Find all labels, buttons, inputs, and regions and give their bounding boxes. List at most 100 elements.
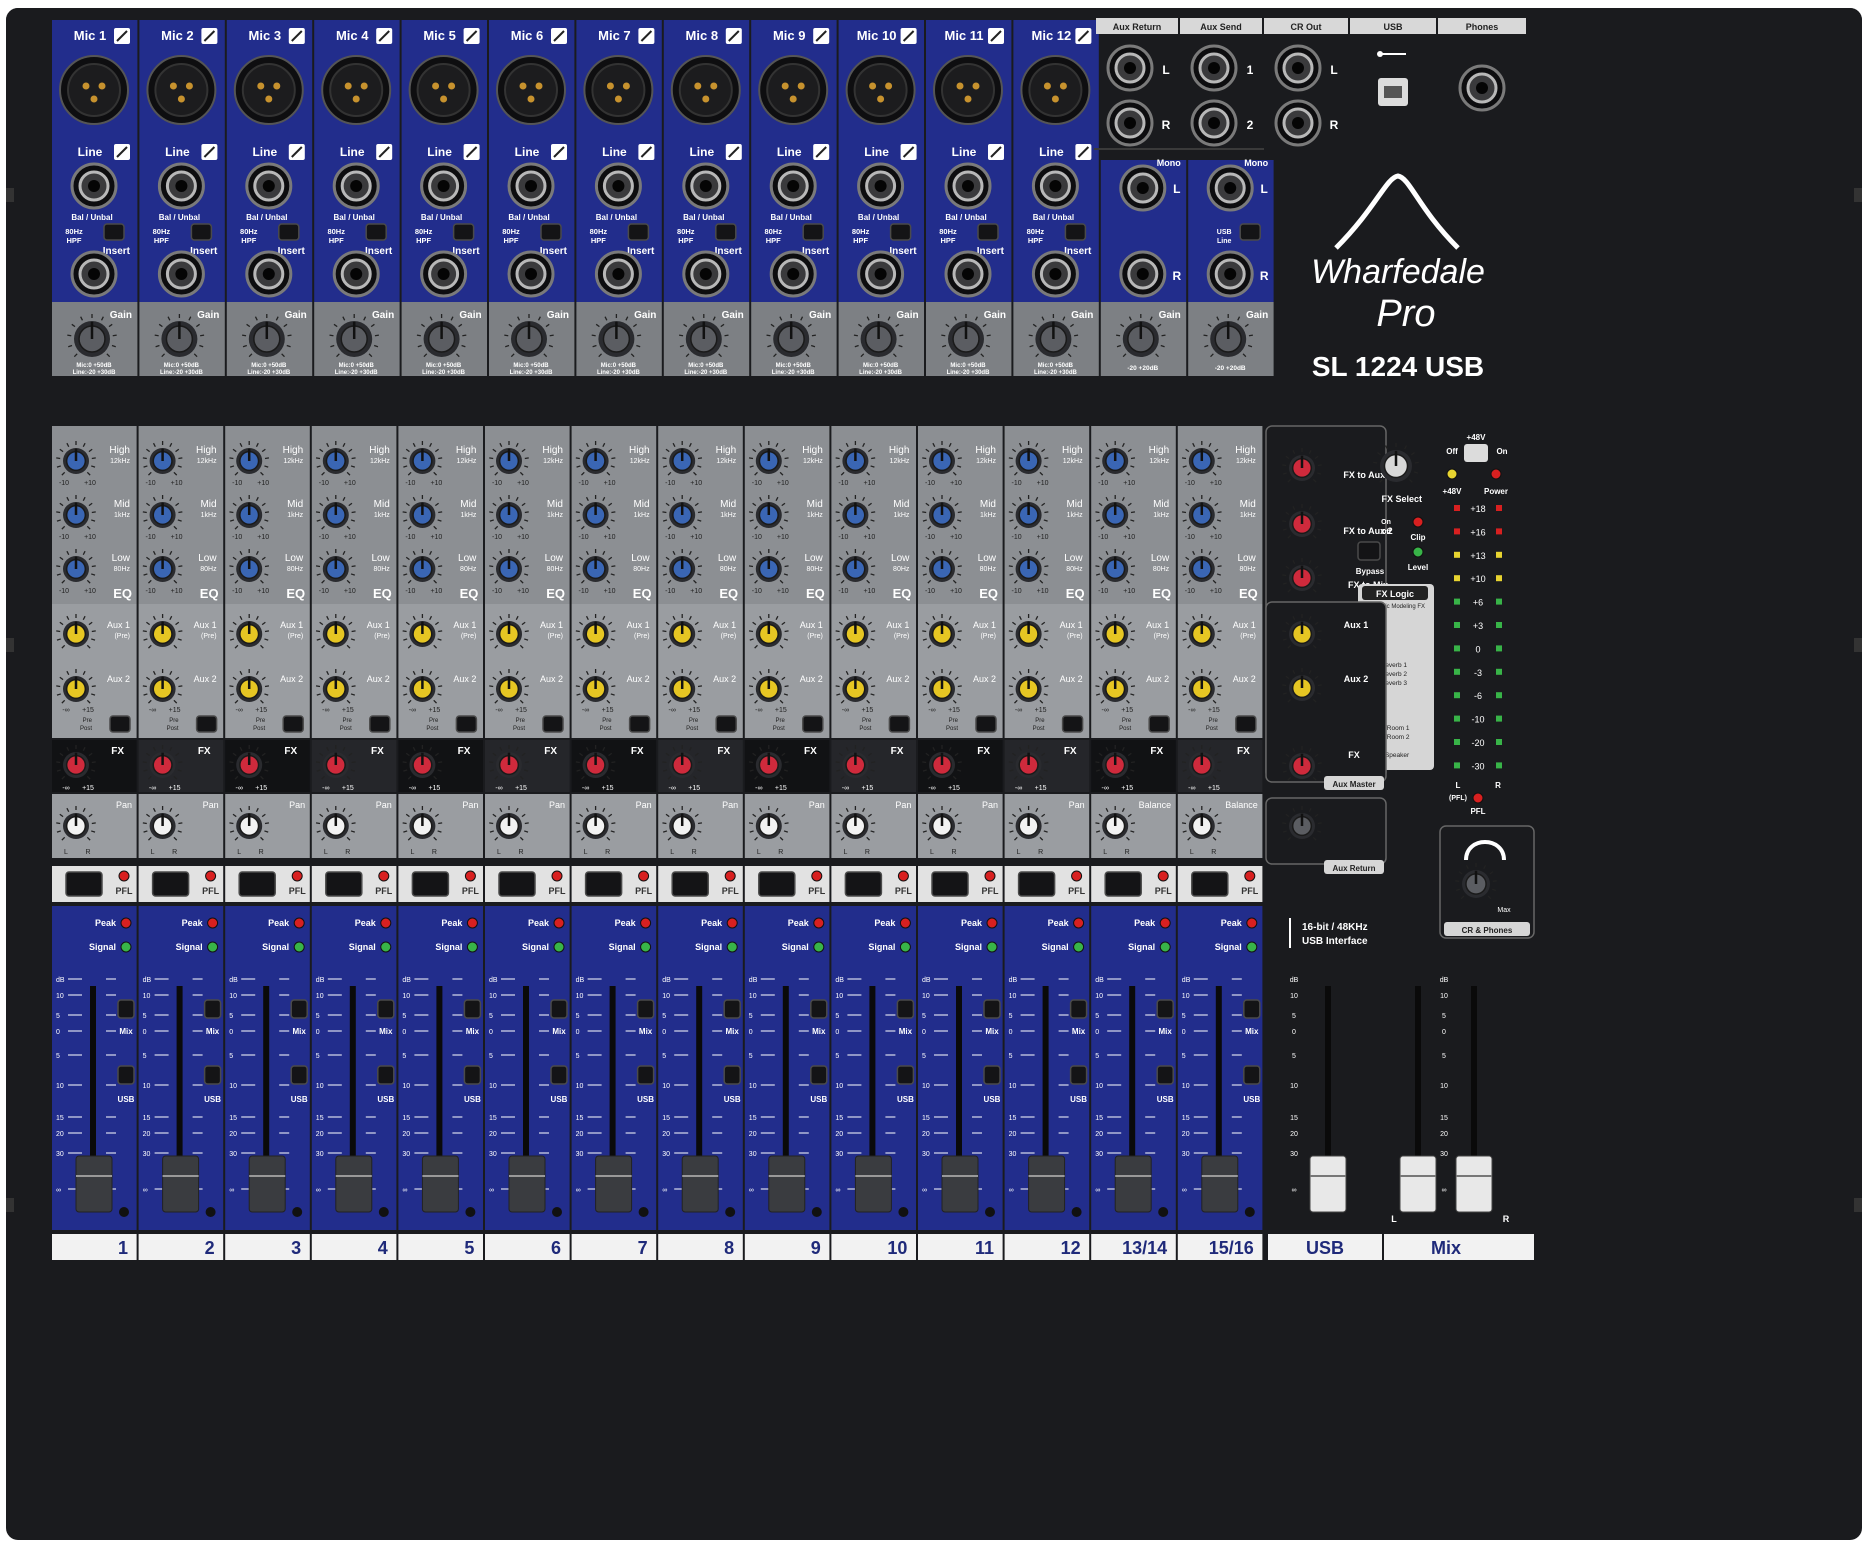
xlr-input-jack[interactable] [670, 55, 741, 125]
hpf-switch[interactable] [103, 223, 125, 241]
xlr-input-jack[interactable] [758, 55, 829, 125]
stereo-right-jack[interactable] [1119, 250, 1167, 298]
pfl-button[interactable] [325, 871, 363, 897]
usb-assign-button[interactable] [203, 1065, 222, 1085]
line-input-jack[interactable] [420, 162, 468, 210]
mix-assign-button[interactable] [896, 999, 915, 1019]
pre-post-switch[interactable] [369, 715, 391, 733]
insert-jack[interactable] [944, 250, 992, 298]
hpf-switch[interactable] [278, 223, 300, 241]
usb-assign-button[interactable] [290, 1065, 308, 1085]
mix-right-fader[interactable] [1455, 986, 1493, 1213]
pre-post-switch[interactable] [542, 715, 564, 733]
stereo-left-jack[interactable] [1206, 164, 1254, 212]
mix-assign-button[interactable] [117, 999, 135, 1019]
mix-assign-button[interactable] [1156, 999, 1174, 1019]
channel-fader[interactable] [941, 1155, 979, 1213]
pfl-button[interactable] [1104, 871, 1142, 897]
xlr-input-jack[interactable] [933, 55, 1003, 125]
mix-assign-button[interactable] [550, 999, 568, 1019]
usb-assign-button[interactable] [463, 1065, 482, 1085]
usb-assign-button[interactable] [550, 1065, 568, 1085]
xlr-input-jack[interactable] [1020, 55, 1091, 125]
phantom-switch[interactable] [1464, 444, 1488, 462]
fx-bypass-button[interactable] [1357, 541, 1381, 561]
pre-post-switch[interactable] [802, 715, 824, 733]
hpf-switch[interactable] [627, 223, 650, 241]
channel-fader[interactable] [1114, 1155, 1152, 1213]
mix-assign-button[interactable] [1069, 999, 1088, 1019]
pre-post-switch[interactable] [1148, 715, 1170, 733]
usb-assign-button[interactable] [1243, 1065, 1261, 1085]
pfl-button[interactable] [584, 871, 623, 897]
line-input-jack[interactable] [944, 162, 992, 210]
xlr-input-jack[interactable] [583, 55, 654, 125]
pfl-button[interactable] [65, 871, 103, 897]
channel-fader[interactable] [1201, 1155, 1239, 1213]
hpf-switch[interactable] [889, 223, 912, 241]
stereo-left-jack[interactable] [1119, 164, 1167, 212]
insert-jack[interactable] [857, 250, 905, 298]
xlr-input-jack[interactable] [496, 55, 566, 125]
insert-jack[interactable] [70, 250, 118, 298]
line-input-jack[interactable] [332, 162, 380, 210]
line-input-jack[interactable] [507, 162, 555, 210]
io-jack[interactable] [1106, 44, 1154, 92]
pre-post-switch[interactable] [715, 715, 737, 733]
pfl-button[interactable] [411, 871, 450, 897]
channel-fader[interactable] [681, 1155, 719, 1213]
pfl-button[interactable] [238, 871, 276, 897]
usb-assign-button[interactable] [983, 1065, 1001, 1085]
line-input-jack[interactable] [857, 162, 905, 210]
channel-fader[interactable] [421, 1155, 459, 1213]
mix-assign-button[interactable] [723, 999, 741, 1019]
usb-assign-button[interactable] [636, 1065, 655, 1085]
insert-jack[interactable] [332, 250, 380, 298]
insert-jack[interactable] [245, 250, 293, 298]
io-jack[interactable] [1274, 44, 1322, 92]
line-input-jack[interactable] [245, 162, 293, 210]
usb-assign-button[interactable] [896, 1065, 915, 1085]
usb-assign-button[interactable] [1069, 1065, 1088, 1085]
channel-fader[interactable] [854, 1155, 892, 1213]
insert-jack[interactable] [1031, 250, 1079, 298]
hpf-switch[interactable] [365, 223, 387, 241]
usb-assign-button[interactable] [810, 1065, 828, 1085]
mix-assign-button[interactable] [203, 999, 222, 1019]
mix-assign-button[interactable] [983, 999, 1001, 1019]
stereo-right-jack[interactable] [1206, 250, 1254, 298]
pre-post-switch[interactable] [1235, 715, 1257, 733]
mix-assign-button[interactable] [636, 999, 655, 1019]
usb-assign-button[interactable] [723, 1065, 741, 1085]
pre-post-switch[interactable] [888, 715, 911, 733]
insert-jack[interactable] [682, 250, 730, 298]
io-jack[interactable] [1106, 99, 1154, 147]
mix-assign-button[interactable] [1243, 999, 1261, 1019]
usb-line-switch[interactable] [1239, 223, 1261, 241]
hpf-switch[interactable] [190, 223, 213, 241]
channel-fader[interactable] [75, 1155, 113, 1213]
mix-assign-button[interactable] [290, 999, 308, 1019]
xlr-input-jack[interactable] [233, 55, 304, 125]
pfl-button[interactable] [1191, 871, 1229, 897]
pre-post-switch[interactable] [282, 715, 304, 733]
channel-fader[interactable] [768, 1155, 806, 1213]
line-input-jack[interactable] [594, 162, 642, 210]
line-input-jack[interactable] [1031, 162, 1079, 210]
pfl-button[interactable] [151, 871, 190, 897]
hpf-switch[interactable] [977, 223, 999, 241]
insert-jack[interactable] [157, 250, 205, 298]
usb-assign-button[interactable] [1156, 1065, 1174, 1085]
hpf-switch[interactable] [452, 223, 475, 241]
channel-fader[interactable] [508, 1155, 546, 1213]
line-input-jack[interactable] [157, 162, 205, 210]
channel-fader[interactable] [162, 1155, 200, 1213]
pfl-button[interactable] [1017, 871, 1056, 897]
xlr-input-jack[interactable] [321, 55, 392, 125]
xlr-input-jack[interactable] [146, 55, 217, 125]
pre-post-switch[interactable] [109, 715, 131, 733]
pfl-button[interactable] [758, 871, 796, 897]
channel-fader[interactable] [1028, 1155, 1066, 1213]
usb-assign-button[interactable] [117, 1065, 135, 1085]
channel-fader[interactable] [335, 1155, 373, 1213]
